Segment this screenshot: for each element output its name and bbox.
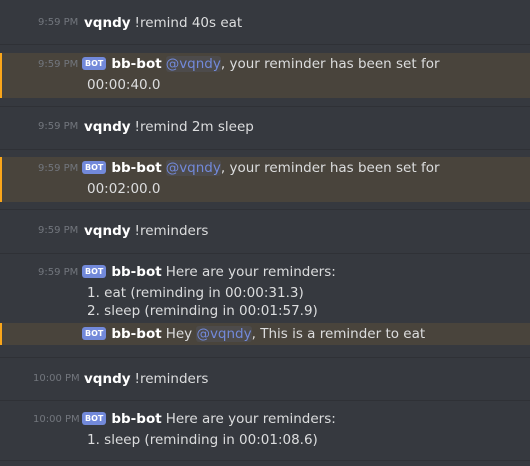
bot-badge: BOT	[82, 57, 107, 70]
message-timestamp: 9:59 PM	[38, 59, 79, 70]
message-author[interactable]: bb-bot	[111, 56, 161, 72]
message-timestamp: 9:59 PM	[38, 225, 79, 236]
message-author[interactable]: vqndy	[84, 223, 131, 239]
message-text-line: 00:00:40.0	[87, 77, 161, 93]
message-text: Here are your reminders:	[165, 411, 336, 427]
message-author[interactable]: vqndy	[84, 15, 131, 31]
bot-badge: BOT	[82, 265, 107, 278]
message-divider	[0, 209, 530, 210]
message-divider	[0, 106, 530, 107]
message-divider	[0, 149, 530, 150]
user-mention[interactable]: @vqndy	[165, 160, 221, 176]
user-mention[interactable]: @vqndy	[165, 56, 221, 72]
message-author[interactable]: vqndy	[84, 119, 131, 135]
message-timestamp: 10:00 PM	[33, 414, 80, 425]
message-text: !reminders	[134, 371, 209, 387]
message-divider	[0, 460, 530, 461]
message-row: 9:59 PM vqndy !reminders	[0, 216, 530, 246]
message-text-prefix: Hey	[165, 326, 197, 342]
message-row: 10:00 PM vqndy !reminders	[0, 364, 530, 394]
user-mention[interactable]: @vqndy	[196, 326, 252, 342]
message-author[interactable]: vqndy	[84, 371, 131, 387]
message-divider	[0, 400, 530, 401]
message-text: !remind 2m sleep	[134, 119, 254, 135]
reminder-list-item: 2. sleep (reminding in 00:01:57.9)	[87, 303, 318, 319]
message-timestamp: 9:59 PM	[38, 17, 79, 28]
message-timestamp: 9:59 PM	[38, 163, 79, 174]
message-text: !remind 40s eat	[134, 15, 243, 31]
message-row: 9:59 PM vqndy !remind 2m sleep	[0, 112, 530, 142]
message-divider	[0, 357, 530, 358]
reminder-list-item: 1. eat (reminding in 00:00:31.3)	[87, 285, 304, 301]
message-row: 9:59 PM BOT bb-bot Here are your reminders…	[0, 261, 530, 321]
bot-badge: BOT	[82, 161, 107, 174]
message-divider	[0, 253, 530, 254]
message-row: 9:59 PM vqndy !remind 40s eat	[0, 8, 530, 38]
reminder-list-item: 1. sleep (reminding in 00:01:08.6)	[87, 432, 318, 448]
message-row-mentioned: 9:59 PM BOT bb-bot @vqndy, your reminder h…	[0, 53, 530, 98]
message-text: , This is a reminder to eat	[251, 326, 426, 342]
message-author[interactable]: bb-bot	[111, 326, 161, 342]
message-divider	[0, 44, 530, 45]
message-row: 10:00 PM BOT bb-bot Here are your reminder…	[0, 408, 530, 453]
message-text: , your reminder has been set for	[220, 160, 440, 176]
message-author[interactable]: bb-bot	[111, 160, 161, 176]
message-row-mentioned: 9:59 PM BOT bb-bot @vqndy, your reminder h…	[0, 157, 530, 202]
message-text: !reminders	[134, 223, 209, 239]
message-author[interactable]: bb-bot	[111, 264, 161, 280]
message-text: , your reminder has been set for	[220, 56, 440, 72]
bot-badge: BOT	[82, 327, 107, 340]
message-timestamp: 9:59 PM	[38, 121, 79, 132]
message-text-line: 00:02:00.0	[87, 181, 161, 197]
message-text: Here are your reminders:	[165, 264, 336, 280]
message-row-mentioned: BOT bb-bot Hey @vqndy, This is a reminder …	[0, 323, 530, 345]
message-author[interactable]: bb-bot	[111, 411, 161, 427]
message-timestamp: 9:59 PM	[38, 267, 79, 278]
message-timestamp: 10:00 PM	[33, 373, 80, 384]
bot-badge: BOT	[82, 412, 107, 425]
